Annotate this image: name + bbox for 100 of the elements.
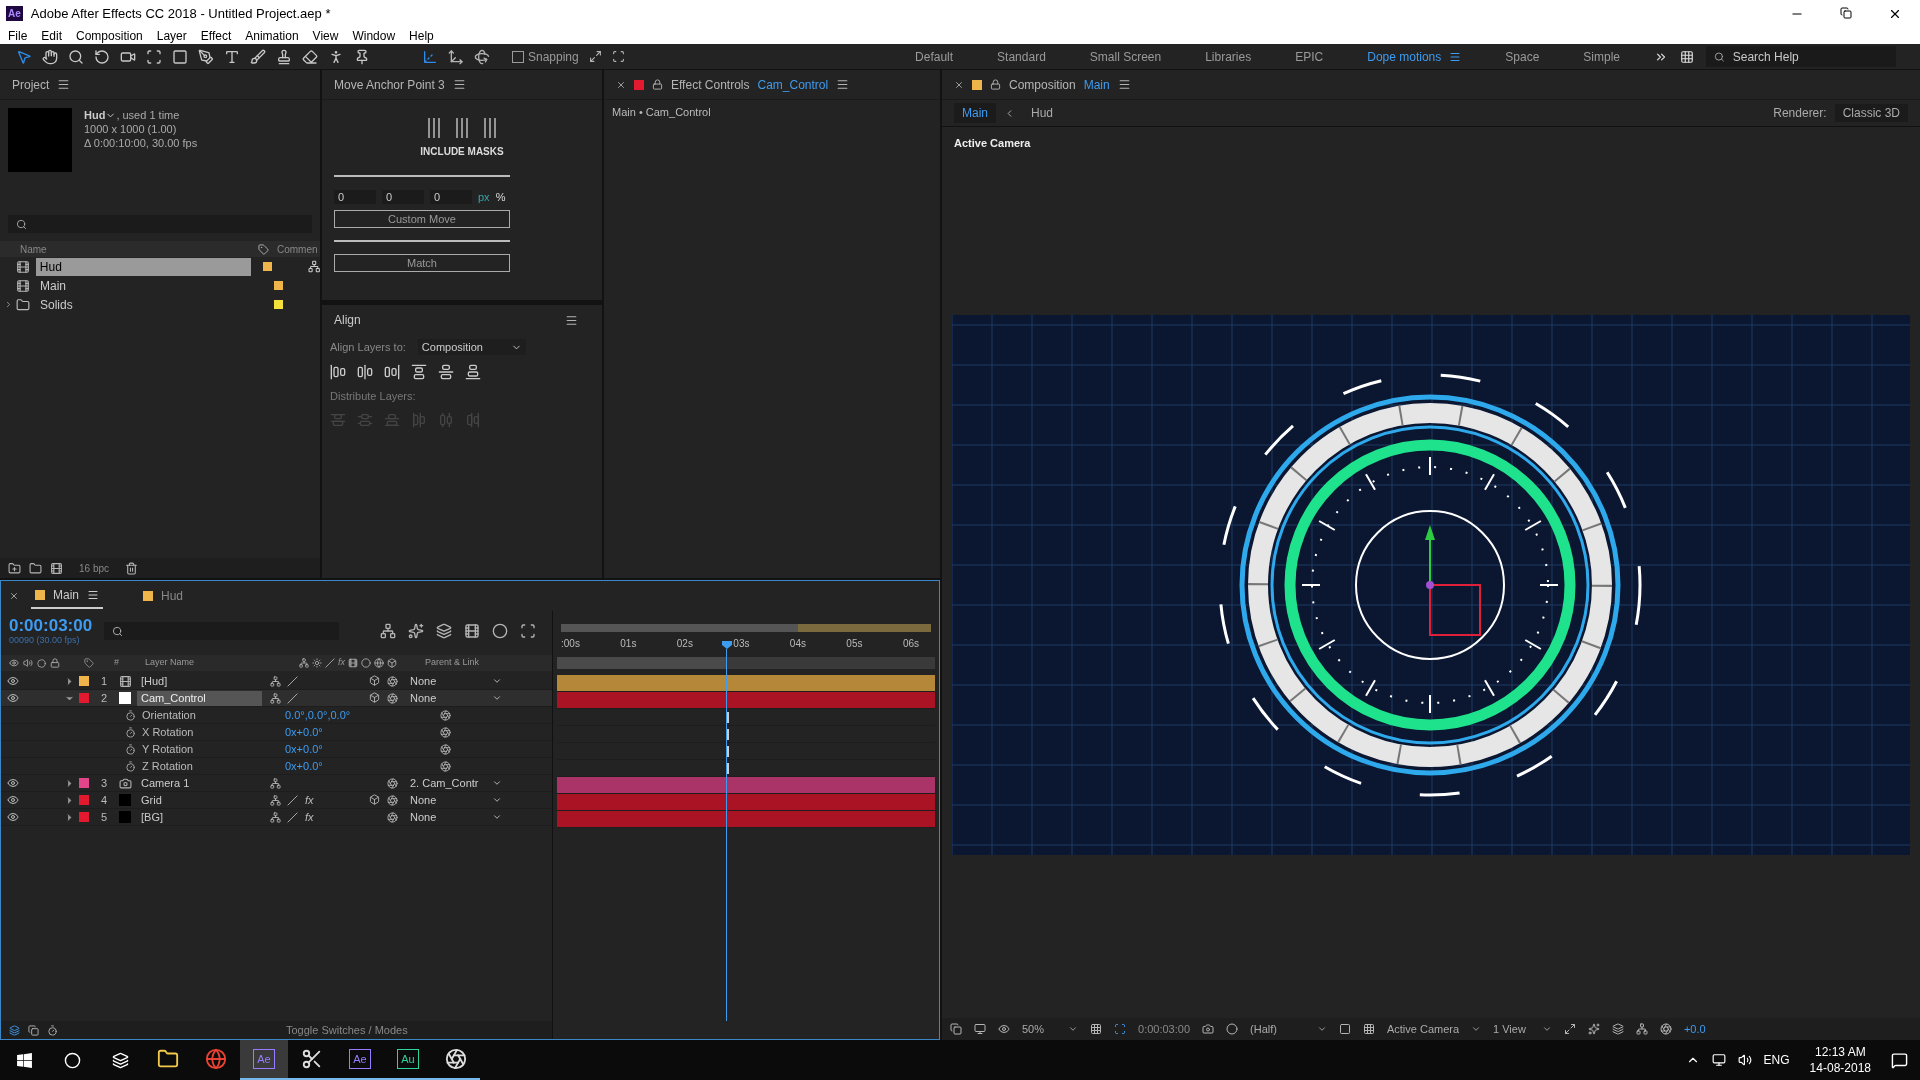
timing-icon[interactable] xyxy=(47,1024,58,1036)
text-tool-icon[interactable] xyxy=(224,48,240,65)
column-header[interactable]: Parent & Link xyxy=(425,656,480,670)
local-axis-icon[interactable] xyxy=(422,48,438,65)
menu-item[interactable]: View xyxy=(312,26,339,45)
region-icon[interactable] xyxy=(1338,1023,1351,1035)
timeline-tab[interactable]: Hud xyxy=(139,583,188,609)
grid-icon[interactable] xyxy=(1090,1023,1103,1035)
panel-menu-icon[interactable] xyxy=(836,78,850,91)
view-layout-dropdown[interactable]: 1 View xyxy=(1493,1020,1552,1038)
align-icon[interactable] xyxy=(357,363,373,380)
align-icon[interactable] xyxy=(330,363,346,380)
project-item[interactable]: Main xyxy=(36,276,262,295)
layer-name[interactable]: [Hud] xyxy=(137,673,262,689)
project-item[interactable]: Hud xyxy=(35,257,252,276)
current-time[interactable]: 0:00:03:00 xyxy=(9,617,93,634)
align-icon[interactable] xyxy=(438,363,454,380)
match-button[interactable]: Match xyxy=(334,253,510,272)
toggle-pixel-icon[interactable] xyxy=(1563,1023,1576,1035)
layer-search-field[interactable] xyxy=(104,622,340,640)
pick-whip-icon[interactable] xyxy=(440,709,451,721)
roi-icon[interactable] xyxy=(1114,1023,1127,1035)
offset-field[interactable]: 0 xyxy=(382,190,424,205)
visibility-icon[interactable] xyxy=(7,777,19,789)
taskbar-app[interactable]: Au xyxy=(384,1040,432,1080)
layer-label-swatch[interactable] xyxy=(79,778,89,788)
close-icon[interactable] xyxy=(954,79,964,90)
zoom-dropdown[interactable]: 50% xyxy=(1022,1020,1079,1038)
renderer-button[interactable]: Classic 3D xyxy=(1834,104,1908,122)
stopwatch-icon[interactable] xyxy=(125,743,136,755)
snapping-checkbox[interactable]: Snapping xyxy=(512,47,579,66)
restore-button[interactable] xyxy=(1840,6,1852,19)
stamp-tool-icon[interactable] xyxy=(276,48,292,65)
pan-behind-tool-icon[interactable] xyxy=(146,48,162,65)
stopwatch-icon[interactable] xyxy=(125,726,136,738)
graph-editor-icon[interactable] xyxy=(520,623,536,639)
workspace-tab[interactable]: EPIC xyxy=(1273,47,1346,66)
menu-item[interactable]: Window xyxy=(352,26,396,45)
taskbar-app[interactable]: Ae xyxy=(336,1040,384,1080)
transparency-grid-icon[interactable] xyxy=(1362,1023,1375,1035)
shy-layers-icon[interactable] xyxy=(436,623,452,639)
layer-label-swatch[interactable] xyxy=(79,676,89,686)
menu-item[interactable]: Help xyxy=(409,26,434,45)
mask-lines-icon[interactable] xyxy=(482,116,498,140)
viewer-time[interactable]: 0:00:03:00 xyxy=(1138,1020,1191,1038)
view-axis-icon[interactable] xyxy=(474,48,490,65)
project-item[interactable]: Solids xyxy=(36,295,262,314)
workspace-tab[interactable]: Libraries xyxy=(1183,47,1274,66)
align-icon[interactable] xyxy=(384,363,400,380)
mask-view-icon[interactable] xyxy=(998,1023,1010,1035)
property-value[interactable]: 0x+0.0° xyxy=(285,740,440,758)
offset-field[interactable]: 0 xyxy=(430,190,472,205)
quality-switch-icon[interactable] xyxy=(287,675,298,687)
workspace-tab[interactable]: Default xyxy=(893,47,976,66)
parent-dropdown[interactable]: 2. Cam_Contr xyxy=(406,776,506,790)
world-axis-icon[interactable] xyxy=(448,48,464,65)
rotate-tool-icon[interactable] xyxy=(94,48,110,65)
flowchart-icon[interactable] xyxy=(1635,1023,1648,1035)
close-icon[interactable] xyxy=(9,591,19,601)
mask-lines-icon[interactable] xyxy=(454,116,470,140)
property-value[interactable]: 0x+0.0° xyxy=(285,723,440,741)
always-preview-icon[interactable] xyxy=(950,1023,962,1035)
unit-toggle[interactable]: px xyxy=(478,189,490,206)
display-icon[interactable] xyxy=(974,1023,986,1035)
resolution-dropdown[interactable]: (Half) xyxy=(1250,1020,1327,1038)
column-header[interactable]: Commen xyxy=(269,241,318,257)
zoom-tool-icon[interactable] xyxy=(68,48,84,65)
workspace-layout-icon[interactable] xyxy=(1680,49,1694,64)
clock-time[interactable]: 12:13 AM xyxy=(1814,1044,1866,1060)
puppet-tool-icon[interactable] xyxy=(328,48,344,65)
timeline-icon[interactable] xyxy=(1611,1023,1624,1035)
stopwatch-icon[interactable] xyxy=(125,760,136,772)
menu-icon[interactable] xyxy=(1449,50,1462,63)
visibility-icon[interactable] xyxy=(7,794,19,806)
align-icon[interactable] xyxy=(411,363,427,380)
workspace-tab[interactable]: Space xyxy=(1483,47,1562,66)
layer-name[interactable]: Grid xyxy=(137,792,262,808)
shy-switch-icon[interactable] xyxy=(270,794,281,806)
shy-switch-icon[interactable] xyxy=(270,692,281,704)
parent-dropdown[interactable]: None xyxy=(406,810,506,824)
custom-move-button[interactable]: Custom Move xyxy=(334,209,510,228)
pick-whip-icon[interactable] xyxy=(440,726,451,738)
task-view-icon[interactable] xyxy=(111,1051,129,1069)
workspace-tab[interactable]: Standard xyxy=(975,47,1068,66)
pen-tool-icon[interactable] xyxy=(198,48,214,65)
network-icon[interactable] xyxy=(1711,1053,1726,1067)
clock-date[interactable]: 14-08-2018 xyxy=(1809,1060,1871,1076)
timeline-tab[interactable]: Main xyxy=(31,583,103,609)
menu-item[interactable]: Animation xyxy=(245,26,299,45)
close-icon[interactable] xyxy=(616,79,626,90)
layer-name[interactable]: [BG] xyxy=(137,809,262,825)
new-composition-icon[interactable] xyxy=(50,561,63,575)
property-value[interactable]: 0.0°,0.0°,0.0° xyxy=(285,706,440,724)
parent-dropdown[interactable]: None xyxy=(406,674,506,688)
parent-dropdown[interactable]: None xyxy=(406,691,506,705)
3d-layer-icon[interactable] xyxy=(369,692,380,703)
unit-toggle[interactable]: % xyxy=(495,189,506,206)
layer-name[interactable]: Camera 1 xyxy=(137,775,262,791)
lock-icon[interactable] xyxy=(990,79,1001,90)
channels-icon[interactable] xyxy=(1226,1023,1239,1035)
